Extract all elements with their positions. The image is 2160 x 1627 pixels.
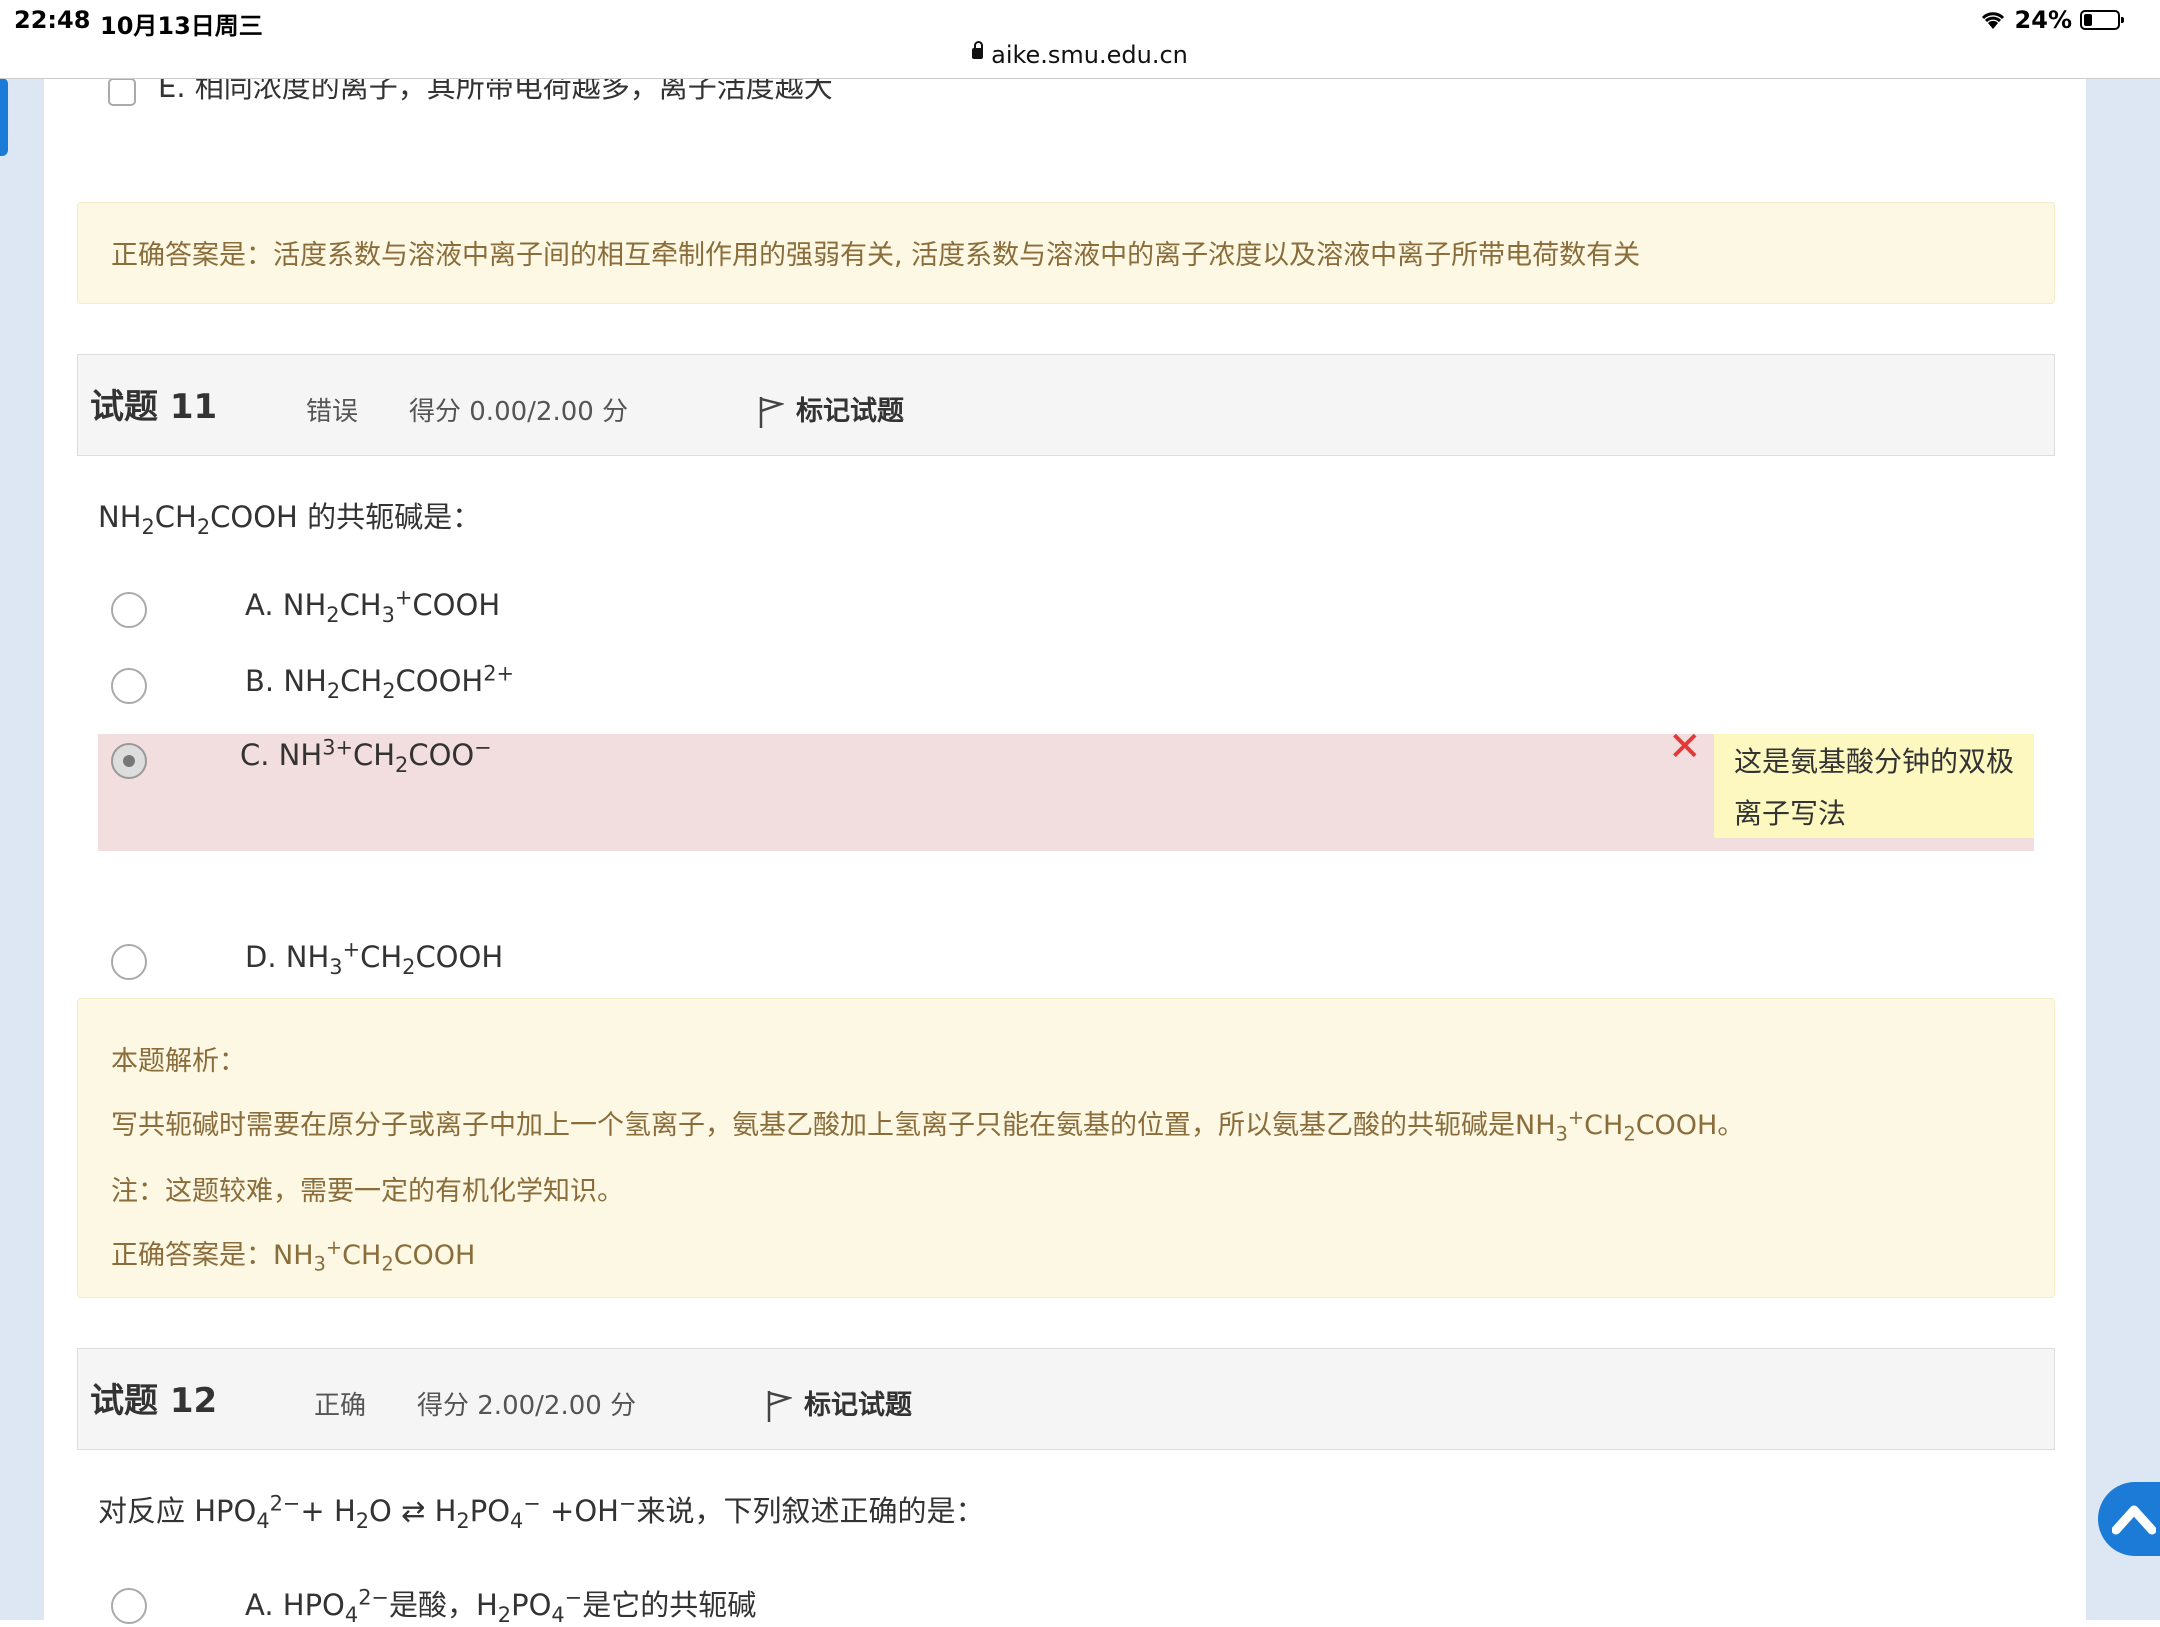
status-right: 24% [1979, 6, 2124, 34]
url-bar[interactable]: aike.smu.edu.cn [0, 40, 2160, 79]
option-c-radio[interactable] [111, 743, 147, 779]
lock-icon [972, 40, 984, 59]
drawer-toggle-tab[interactable] [0, 78, 8, 156]
status-bar: 22:48 10月13日周三 24% [0, 0, 2160, 40]
question-12-text: 对反应 HPO42−+ H2O ⇄ H2PO4− +OH−来说，下列叙述正确的是… [98, 1491, 985, 1533]
right-answer-text: 正确答案是：活度系数与溶液中离子间的相互牵制作用的强弱有关, 活度系数与溶液中的… [111, 240, 1641, 271]
question-12-header: 试题 12 正确 得分 2.00/2.00 分 标记试题 [77, 1348, 2055, 1450]
url-text: aike.smu.edu.cn [991, 41, 1188, 69]
wifi-icon [1981, 12, 2004, 29]
question-grade: 得分 2.00/2.00 分 [417, 1391, 637, 1421]
option-c-label: C. NH3+CH2COO− [240, 735, 492, 777]
battery-percent: 24% [2014, 6, 2072, 34]
question-grade: 得分 0.00/2.00 分 [409, 397, 629, 427]
option-d-radio[interactable] [111, 944, 147, 980]
question-state: 错误 [306, 397, 359, 427]
q12-option-a-label: A. HPO42−是酸，H2PO4−是它的共轭碱 [245, 1585, 757, 1627]
explanation-line-1: 写共轭碱时需要在原分子或离子中加上一个氢离子，氨基乙酸加上氢离子只能在氨基的位置… [111, 1106, 1745, 1146]
incorrect-icon: ✕ [1668, 724, 1702, 770]
status-time: 22:48 [14, 6, 91, 34]
flag-icon[interactable] [766, 1389, 792, 1423]
option-d-label: D. NH3+CH2COOH [245, 937, 504, 979]
explanation-title: 本题解析： [111, 1046, 246, 1077]
page-left-margin [0, 78, 44, 1620]
quiz-review-content: E. 相同浓度的离子，其所带电荷越多，离子活度越大 正确答案是：活度系数与溶液中… [44, 70, 2086, 1625]
option-a-label: A. NH2CH3+COOH [245, 585, 501, 627]
flag-question-button[interactable]: 标记试题 [804, 1383, 912, 1422]
specific-feedback: 这是氨基酸分钟的双极离子写法 [1714, 734, 2034, 838]
question-number: 试题 12 [90, 1381, 218, 1421]
general-feedback: 本题解析： 写共轭碱时需要在原分子或离子中加上一个氢离子，氨基乙酸加上氢离子只能… [77, 998, 2055, 1298]
option-b-radio[interactable] [111, 668, 147, 704]
page-right-margin [2086, 78, 2160, 1620]
question-number: 试题 11 [90, 387, 218, 427]
status-date: 10月13日周三 [100, 12, 263, 40]
correct-answer: 正确答案是：NH3+CH2COOH [111, 1236, 476, 1276]
option-e-checkbox[interactable] [108, 78, 136, 106]
flag-icon[interactable] [758, 395, 784, 429]
option-a-radio[interactable] [111, 592, 147, 628]
question-state: 正确 [314, 1391, 367, 1421]
question-11-text: NH2CH2COOH 的共轭碱是： [98, 500, 482, 539]
right-answer-feedback: 正确答案是：活度系数与溶液中离子间的相互牵制作用的强弱有关, 活度系数与溶液中的… [77, 202, 2055, 304]
explanation-note: 注：这题较难，需要一定的有机化学知识。 [111, 1176, 624, 1207]
battery-icon [2080, 10, 2124, 30]
flag-question-button[interactable]: 标记试题 [796, 389, 904, 428]
q12-option-a-radio[interactable] [111, 1588, 147, 1624]
option-b-label: B. NH2CH2COOH2+ [245, 661, 514, 703]
question-11-header: 试题 11 错误 得分 0.00/2.00 分 标记试题 [77, 354, 2055, 456]
chevron-up-icon [2112, 1505, 2156, 1535]
